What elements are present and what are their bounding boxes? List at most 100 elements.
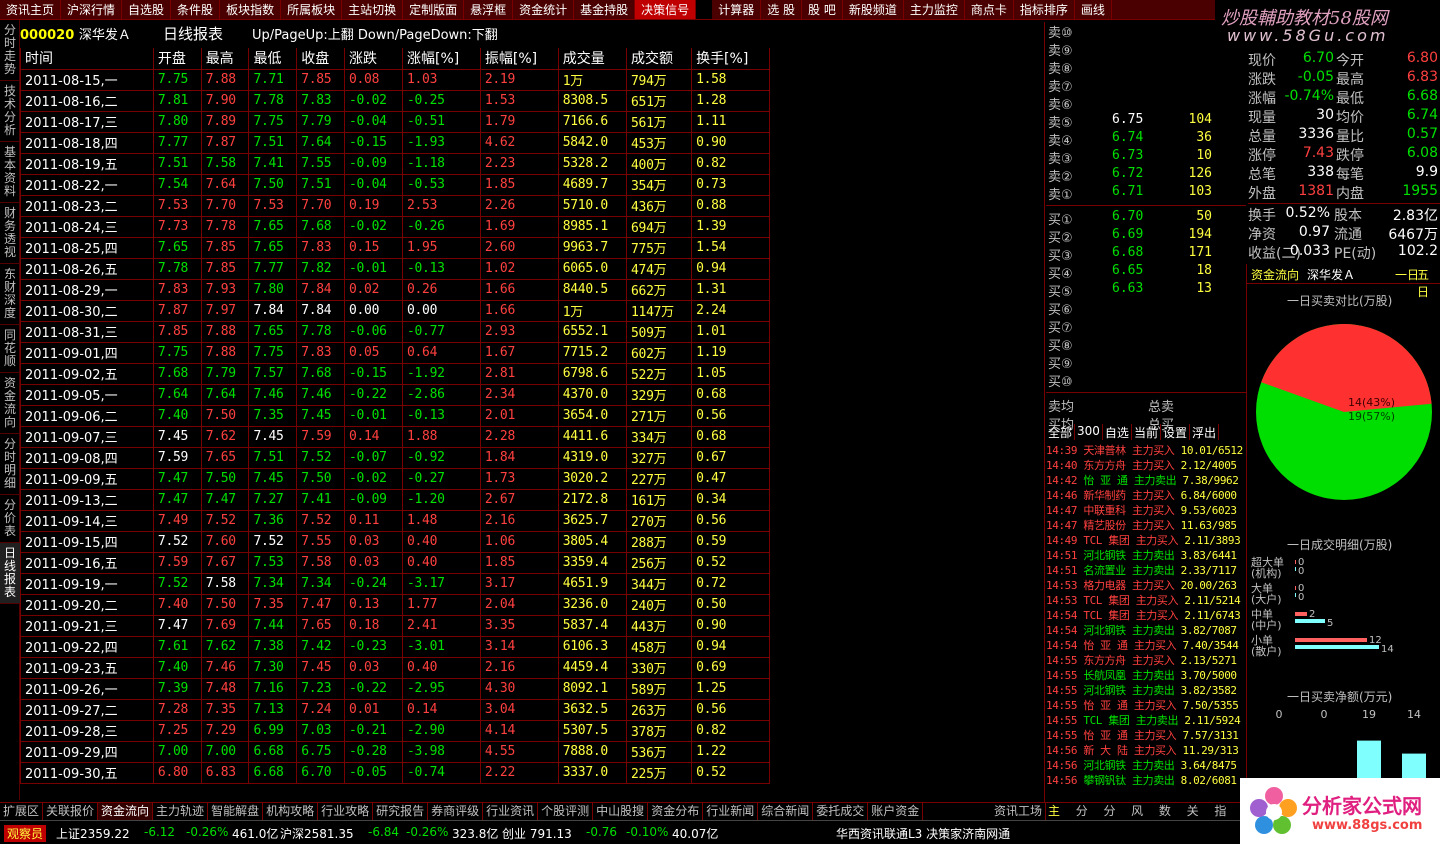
- bottom-tab[interactable]: 研究报告: [373, 803, 429, 820]
- tick-row[interactable]: 14:47 精艺股份 主力买入 11.63/985: [1046, 517, 1244, 532]
- nav-button[interactable]: 板块指数: [220, 0, 282, 19]
- column-header[interactable]: 最高: [200, 48, 250, 70]
- bottom-tab[interactable]: 委托成交: [813, 803, 869, 820]
- table-row[interactable]: 2011-09-08,四 7.59 7.65 7.51 7.52 -0.07 -0.92 1.…: [20, 446, 770, 469]
- tick-row[interactable]: 14:55 怡 亚 通 主力买入 7.50/5355: [1046, 697, 1244, 712]
- tick-filter-tab[interactable]: 全部: [1046, 424, 1076, 440]
- left-tab[interactable]: 资金流向: [0, 373, 20, 434]
- table-row[interactable]: 2011-08-17,三 7.80 7.89 7.75 7.79 -0.04 -0.51 1.…: [20, 110, 770, 133]
- nav-button[interactable]: 条件股: [171, 0, 221, 19]
- nav-button[interactable]: 定制版面: [403, 0, 465, 19]
- table-row[interactable]: 2011-08-15,一 7.75 7.88 7.71 7.85 0.08 1.03 2.19…: [20, 68, 770, 91]
- column-header[interactable]: 最低: [248, 48, 298, 70]
- tick-row[interactable]: 14:55 怡 亚 通 主力买入 7.57/3131: [1046, 727, 1244, 742]
- left-tab[interactable]: 东财深度: [0, 264, 20, 325]
- column-header[interactable]: 涨幅[%]: [402, 48, 481, 70]
- table-row[interactable]: 2011-08-31,三 7.85 7.88 7.65 7.78 -0.06 -0.77 2.…: [20, 320, 770, 343]
- bottom-tab[interactable]: 个股评测: [538, 803, 594, 820]
- nav-button[interactable]: 股 吧: [802, 0, 843, 19]
- column-header[interactable]: 开盘: [152, 48, 202, 70]
- table-row[interactable]: 2011-08-18,四 7.77 7.87 7.51 7.64 -0.15 -1.93 4.…: [20, 131, 770, 154]
- nav-button[interactable]: 新股频道: [843, 0, 904, 19]
- nav-button[interactable]: 资讯主页: [0, 0, 62, 19]
- tick-row[interactable]: 14:56 新 大 陆 主力买入 11.29/313: [1046, 742, 1244, 757]
- table-row[interactable]: 2011-09-15,四 7.52 7.60 7.52 7.55 0.03 0.40 1.06…: [20, 530, 770, 553]
- table-row[interactable]: 2011-09-06,二 7.40 7.50 7.35 7.45 -0.01 -0.13 2.…: [20, 404, 770, 427]
- column-header[interactable]: 成交额: [626, 48, 693, 70]
- right-bottom-tab[interactable]: 指标: [1212, 803, 1240, 835]
- five-day-tab[interactable]: 五日: [1417, 266, 1440, 300]
- table-row[interactable]: 2011-09-23,五 7.40 7.46 7.30 7.45 0.03 0.40 2.16…: [20, 656, 770, 679]
- nav-button[interactable]: 商点卡: [965, 0, 1014, 19]
- bottom-tab[interactable]: 智能解盘: [208, 803, 264, 820]
- bottom-tab[interactable]: 行业新闻: [703, 803, 759, 820]
- bottom-tab[interactable]: 主力轨迹: [153, 803, 209, 820]
- nav-button[interactable]: 悬浮框: [464, 0, 514, 19]
- table-row[interactable]: 2011-08-26,五 7.78 7.85 7.77 7.82 -0.01 -0.13 1.…: [20, 257, 770, 280]
- fund-flow-tab[interactable]: 资金流向: [1251, 266, 1299, 283]
- table-row[interactable]: 2011-09-19,一 7.52 7.58 7.34 7.34 -0.24 -3.17 3.…: [20, 572, 770, 595]
- tick-row[interactable]: 14:46 新华制药 主力买入 6.84/6000: [1046, 487, 1244, 502]
- right-bottom-tab[interactable]: 主力: [1046, 803, 1074, 835]
- table-row[interactable]: 2011-09-07,三 7.45 7.62 7.45 7.59 0.14 1.88 2.28…: [20, 425, 770, 448]
- bottom-tab[interactable]: 中山股搜: [593, 803, 649, 820]
- table-row[interactable]: 2011-08-25,四 7.65 7.85 7.65 7.83 0.15 1.95 2.60…: [20, 236, 770, 259]
- table-row[interactable]: 2011-09-20,二 7.40 7.50 7.35 7.47 0.13 1.77 2.04…: [20, 593, 770, 616]
- table-row[interactable]: 2011-09-02,五 7.68 7.79 7.57 7.68 -0.15 -1.92 2.…: [20, 362, 770, 385]
- nav-button[interactable]: 选 股: [761, 0, 803, 19]
- tick-row[interactable]: 14:42 怡 亚 通 主力卖出 7.38/9962: [1046, 472, 1244, 487]
- table-row[interactable]: 2011-09-13,二 7.47 7.47 7.27 7.41 -0.09 -1.20 2.…: [20, 488, 770, 511]
- bottom-tab[interactable]: 资金流向: [98, 803, 154, 820]
- bottom-tab[interactable]: 券商评级: [428, 803, 484, 820]
- tick-row[interactable]: 14:47 中联重科 主力买入 9.53/6023: [1046, 502, 1244, 517]
- nav-button[interactable]: 自选股: [122, 0, 172, 19]
- bottom-tab[interactable]: 扩展区: [0, 803, 44, 820]
- right-bottom-tab[interactable]: 分笔: [1074, 803, 1102, 835]
- bottom-tab[interactable]: 行业攻略: [318, 803, 374, 820]
- column-header[interactable]: 成交量: [557, 48, 628, 70]
- table-row[interactable]: 2011-09-28,三 7.25 7.29 6.99 7.03 -0.21 -2.90 4.…: [20, 719, 770, 742]
- tick-row[interactable]: 14:54 怡 亚 通 主力买入 7.40/3544: [1046, 637, 1244, 652]
- table-row[interactable]: 2011-08-19,五 7.51 7.58 7.41 7.55 -0.09 -1.18 2.…: [20, 152, 770, 175]
- nav-button[interactable]: 所属板块: [281, 0, 343, 19]
- column-header[interactable]: 涨跌: [343, 48, 404, 70]
- tick-row[interactable]: 14:56 河北钢铁 主力卖出 3.64/8475: [1046, 757, 1244, 772]
- tick-row[interactable]: 14:55 河北钢铁 主力卖出 3.82/3582: [1046, 682, 1244, 697]
- bottom-tab[interactable]: 账户资金: [868, 803, 924, 820]
- left-tab[interactable]: 分时明细: [0, 434, 20, 495]
- nav-button[interactable]: 沪深行情: [61, 0, 123, 19]
- observer-badge[interactable]: 观察员: [4, 825, 47, 842]
- tick-row[interactable]: 14:53 格力电器 主力买入 20.00/263: [1046, 577, 1244, 592]
- left-tab[interactable]: 财务透视: [0, 203, 20, 264]
- nav-button[interactable]: 基金持股: [574, 0, 636, 19]
- table-row[interactable]: 2011-08-24,三 7.73 7.78 7.65 7.68 -0.02 -0.26 1.…: [20, 215, 770, 238]
- one-day-tab[interactable]: 一日: [1395, 266, 1419, 283]
- tick-row[interactable]: 14:55 东方方舟 主力买入 2.13/5271: [1046, 652, 1244, 667]
- table-row[interactable]: 2011-09-22,四 7.61 7.62 7.38 7.42 -0.23 -3.01 3.…: [20, 635, 770, 658]
- tick-row[interactable]: 14:51 河北钢铁 主力卖出 3.83/6441: [1046, 547, 1244, 562]
- nav-button[interactable]: 画线: [1075, 0, 1112, 19]
- tick-row[interactable]: 14:55 长航凤凰 主力卖出 3.70/5000: [1046, 667, 1244, 682]
- column-header[interactable]: 时间: [20, 48, 154, 70]
- table-row[interactable]: 2011-09-30,五 6.80 6.83 6.68 6.70 -0.05 -0.74 2.…: [20, 761, 770, 784]
- left-tab[interactable]: 日线报表: [0, 543, 20, 604]
- table-row[interactable]: 2011-09-01,四 7.75 7.88 7.75 7.83 0.05 0.64 1.67…: [20, 341, 770, 364]
- table-row[interactable]: 2011-09-27,二 7.28 7.35 7.13 7.24 0.01 0.14 3.04…: [20, 698, 770, 721]
- table-row[interactable]: 2011-08-22,一 7.54 7.64 7.50 7.51 -0.04 -0.53 1.…: [20, 173, 770, 196]
- tick-row[interactable]: 14:56 攀钢钒钛 主力卖出 8.02/6081: [1046, 772, 1244, 787]
- nav-button[interactable]: 主力监控: [904, 0, 965, 19]
- table-row[interactable]: 2011-09-09,五 7.47 7.50 7.45 7.50 -0.02 -0.27 1.…: [20, 467, 770, 490]
- table-row[interactable]: 2011-09-29,四 7.00 7.00 6.68 6.75 -0.28 -3.98 4.…: [20, 740, 770, 763]
- column-header[interactable]: 换手[%]: [691, 48, 770, 70]
- table-row[interactable]: 2011-09-21,三 7.47 7.69 7.44 7.65 0.18 2.41 3.35…: [20, 614, 770, 637]
- right-bottom-tab[interactable]: 关联: [1185, 803, 1213, 835]
- bottom-tab[interactable]: 综合新闻: [758, 803, 814, 820]
- tick-filter-tab[interactable]: 自选: [1103, 424, 1132, 440]
- table-row[interactable]: 2011-09-16,五 7.59 7.67 7.53 7.58 0.03 0.40 1.85…: [20, 551, 770, 574]
- nav-button[interactable]: 指标排序: [1014, 0, 1075, 19]
- left-tab[interactable]: 基本资料: [0, 142, 20, 203]
- right-bottom-tab[interactable]: 数值: [1157, 803, 1185, 835]
- tick-filter-tab[interactable]: 浮出: [1190, 424, 1219, 440]
- tick-filter-tab[interactable]: 设置: [1161, 424, 1190, 440]
- table-row[interactable]: 2011-08-30,二 7.87 7.97 7.84 7.84 0.00 0.00 1.66…: [20, 299, 770, 322]
